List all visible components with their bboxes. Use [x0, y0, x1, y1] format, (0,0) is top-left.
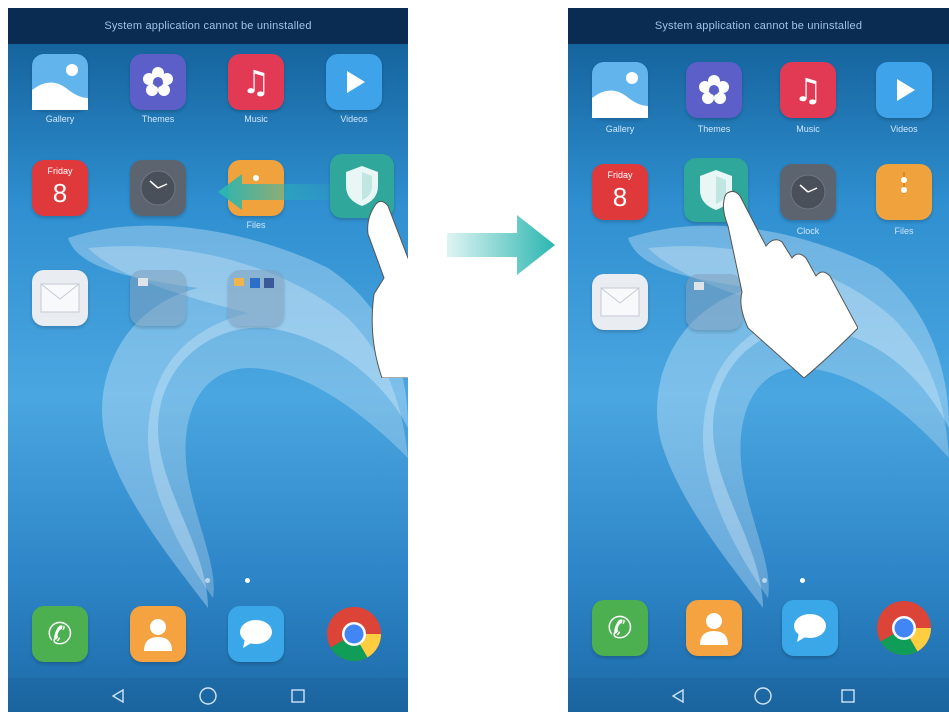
messages-app[interactable] — [782, 600, 838, 656]
email-icon — [600, 287, 640, 317]
recents-icon — [291, 689, 305, 703]
music-icon: ♫ — [241, 63, 271, 101]
messages-icon — [240, 620, 272, 648]
page-dot-1[interactable] — [762, 578, 767, 583]
drag-arrow-icon — [218, 174, 338, 210]
page-indicator — [568, 578, 949, 588]
back-button[interactable] — [106, 684, 130, 708]
uninstall-warning-banner: System application cannot be uninstalled — [8, 8, 408, 44]
calendar-icon: Friday 8 — [592, 164, 648, 220]
folder-app-1[interactable] — [130, 270, 186, 326]
home-button[interactable] — [196, 684, 220, 708]
transition-arrow-icon — [447, 215, 555, 275]
email-app[interactable] — [32, 270, 88, 326]
home-icon — [199, 687, 217, 705]
calendar-date: 8 — [612, 182, 628, 212]
page-dot-2[interactable] — [800, 578, 805, 583]
calendar-day: Friday — [47, 166, 73, 176]
page-dot-2[interactable] — [245, 578, 250, 583]
chrome-app[interactable] — [876, 600, 932, 656]
music-app[interactable]: ♫ — [228, 54, 284, 110]
gallery-app[interactable] — [32, 54, 88, 110]
recents-button[interactable] — [836, 684, 860, 708]
email-icon — [40, 283, 80, 313]
videos-icon — [347, 71, 365, 93]
recents-button[interactable] — [286, 684, 310, 708]
folder-app-2[interactable] — [228, 270, 284, 326]
videos-label: Videos — [340, 114, 368, 124]
music-label: Music — [796, 124, 820, 134]
navigation-bar — [568, 678, 949, 712]
phone-app[interactable]: ✆ — [32, 606, 88, 662]
chrome-icon — [327, 607, 381, 662]
videos-label: Videos — [890, 124, 918, 134]
back-button[interactable] — [666, 684, 690, 708]
home-icon — [754, 687, 772, 705]
music-app[interactable]: ♫ — [780, 62, 836, 118]
phone-app[interactable]: ✆ — [592, 600, 648, 656]
music-icon: ♫ — [793, 71, 823, 109]
email-app[interactable] — [592, 274, 648, 330]
files-label: Files — [246, 220, 266, 230]
gallery-label: Gallery — [45, 114, 75, 124]
back-icon — [111, 688, 124, 704]
files-app[interactable] — [876, 164, 932, 220]
gallery-icon — [592, 72, 648, 118]
calendar-app[interactable]: Friday 8 — [32, 160, 88, 216]
page-dot-1[interactable] — [205, 578, 210, 583]
themes-label: Themes — [697, 124, 731, 134]
folder-icon — [138, 278, 148, 286]
phone-icon: ✆ — [607, 610, 633, 646]
navigation-bar — [8, 678, 408, 712]
clock-icon — [140, 170, 176, 206]
hand-gesture-icon — [367, 200, 408, 378]
uninstall-warning-banner: System application cannot be uninstalled — [568, 8, 949, 44]
phone-screen-before: System application cannot be uninstalled… — [8, 8, 408, 712]
contacts-icon — [700, 613, 728, 645]
themes-app[interactable] — [130, 54, 186, 110]
videos-app[interactable] — [876, 62, 932, 118]
contacts-icon — [144, 619, 172, 651]
themes-label: Themes — [141, 114, 175, 124]
files-label: Files — [894, 226, 914, 236]
phone-screen-after: System application cannot be uninstalled… — [568, 8, 949, 712]
folder-icon — [234, 278, 278, 288]
contacts-app[interactable] — [130, 606, 186, 662]
files-icon — [901, 172, 907, 194]
calendar-day: Friday — [607, 170, 633, 180]
clock-app[interactable] — [130, 160, 186, 216]
contacts-app[interactable] — [686, 600, 742, 656]
gallery-icon — [32, 64, 88, 110]
chrome-app[interactable] — [326, 606, 382, 662]
videos-app[interactable] — [326, 54, 382, 110]
themes-app[interactable] — [686, 62, 742, 118]
status-message-text: System application cannot be uninstalled — [654, 20, 863, 32]
gallery-app[interactable] — [592, 62, 648, 118]
folder-icon — [694, 282, 704, 290]
chrome-icon — [877, 601, 931, 656]
calendar-date: 8 — [52, 178, 68, 208]
messages-app[interactable] — [228, 606, 284, 662]
themes-icon — [143, 67, 173, 96]
gallery-label: Gallery — [605, 124, 635, 134]
hand-gesture-icon — [722, 190, 858, 378]
status-message-text: System application cannot be uninstalled — [104, 20, 312, 32]
music-label: Music — [244, 114, 268, 124]
phone-icon: ✆ — [47, 616, 73, 652]
page-indicator — [8, 578, 408, 588]
back-icon — [671, 688, 684, 704]
videos-icon — [897, 79, 915, 101]
recents-icon — [841, 689, 855, 703]
calendar-icon: Friday 8 — [32, 160, 88, 216]
calendar-app[interactable]: Friday 8 — [592, 164, 648, 220]
home-button[interactable] — [751, 684, 775, 708]
themes-icon — [699, 75, 729, 104]
messages-icon — [794, 614, 826, 642]
